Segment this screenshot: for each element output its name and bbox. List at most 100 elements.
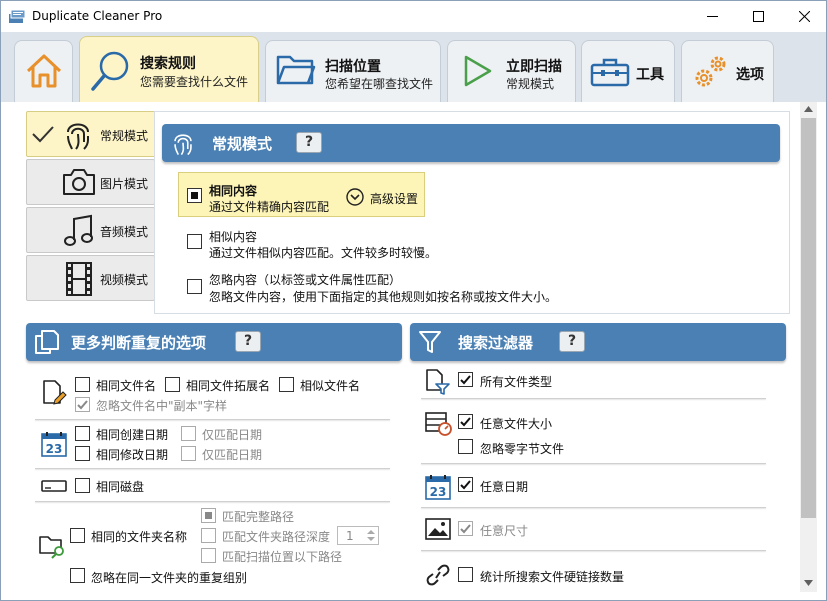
created-date-only-label: 仅匹配日期 [202,428,263,442]
tab-tools-label: 工具 [636,67,664,83]
checkmark-icon [32,126,54,143]
checkbox-same-extension[interactable] [165,377,180,392]
gears-icon [695,56,726,87]
advanced-settings-button[interactable]: 高级设置 [346,187,421,207]
main-tab-bar: 搜索规则 您需要查找什么文件 扫描位置 您希望在哪查找文件 立即扫描 常规模式 [1,32,826,103]
checkbox-modified-date-only[interactable] [181,446,196,461]
full-path-label: 匹配完整路径 [222,510,295,524]
tab-search-rules[interactable]: 搜索规则 您需要查找什么文件 [79,36,259,103]
tab-tools[interactable]: 工具 [581,40,675,103]
similar-filename-label: 相似文件名 [300,379,361,393]
mode-button-image[interactable]: 图片模式 [26,159,155,205]
checkbox-any-date[interactable] [458,477,473,492]
mode-image-label: 图片模式 [100,177,149,191]
checkbox-any-file-size[interactable] [458,414,473,429]
folder-search-icon [39,536,64,559]
mode-button-video[interactable]: 视频模式 [26,255,155,301]
checkbox-ignore-copy[interactable] [75,397,90,412]
divider [421,463,766,464]
same-created-label: 相同创建日期 [96,428,169,442]
filters-header: 搜索过滤器 ? [410,323,786,361]
title-bar: Duplicate Cleaner Pro [1,1,826,32]
radio-folder-depth[interactable] [201,528,216,543]
tab-scan-now[interactable]: 立即扫描 常规模式 [447,40,576,103]
image-icon [425,518,451,540]
folder-icon [276,55,316,85]
checkbox-any-dimension[interactable] [458,521,473,536]
mode-help-button[interactable]: ? [296,132,322,153]
more-options-title: 更多判断重复的选项 [71,334,207,352]
ignore-content-title: 忽略内容（以标签或文件属性匹配） [209,273,402,287]
mode-panel-title: 常规模式 [212,135,273,153]
checkbox-same-filename[interactable] [75,377,90,392]
play-icon [464,55,492,87]
checkbox-same-created-date[interactable] [75,426,90,441]
scroll-down-icon [804,580,813,586]
tab-scan-now-sub: 常规模式 [506,77,555,91]
mode-audio-label: 音频模式 [100,225,149,239]
ignore-content-desc: 忽略文件内容，使用下面指定的其他规则如按名称或按文件大小。 [209,290,558,304]
scrollbar-thumb[interactable] [801,118,816,518]
tab-scan-location-sub: 您希望在哪查找文件 [325,77,434,91]
camera-icon [63,169,95,195]
checkbox-count-hardlinks[interactable] [458,567,473,582]
maximize-button[interactable] [736,1,782,32]
count-hardlinks-label: 统计所搜索文件硬链接数量 [480,570,625,584]
folder-depth-label: 匹配文件夹路径深度 [222,530,331,544]
tab-scan-location[interactable]: 扫描位置 您希望在哪查找文件 [265,40,441,103]
size-icon [425,412,452,436]
mode-panel-header: 常规模式 ? [162,124,780,162]
any-dimension-label: 任意尺寸 [480,524,529,538]
radio-ignore-content[interactable] [187,279,202,294]
vertical-scrollbar[interactable] [800,102,817,592]
checkmark-icon [77,400,88,410]
ignore-zero-byte-label: 忽略零字节文件 [480,442,565,456]
window-title: Duplicate Cleaner Pro [32,9,163,23]
checkbox-ignore-zero-byte[interactable] [458,439,473,454]
calendar-icon: 23 [425,475,451,500]
mode-normal-label: 常规模式 [100,129,149,143]
divider [35,501,390,502]
svg-text:23: 23 [46,442,63,456]
checkbox-created-date-only[interactable] [181,426,196,441]
home-icon [26,54,62,88]
copy-icon [35,330,59,354]
chevron-down-icon [346,188,364,206]
checkbox-same-disk[interactable] [75,478,90,493]
tab-options[interactable]: 选项 [681,40,774,103]
checkbox-all-file-types[interactable] [458,372,473,387]
mode-button-audio[interactable]: 音频模式 [26,207,155,253]
radio-below-path[interactable] [201,548,216,563]
mode-video-label: 视频模式 [100,273,149,287]
checkbox-same-folder-name[interactable] [70,528,85,543]
toolbox-icon [590,58,630,87]
checkbox-ignore-same-folder[interactable] [70,568,85,583]
link-icon [426,564,450,586]
divider [35,419,390,420]
app-window: Duplicate Cleaner Pro 搜索规则 您需要查找什么文件 扫描位… [0,0,827,601]
funnel-icon [419,331,441,353]
folder-depth-stepper[interactable]: 1 [337,526,379,545]
tab-home[interactable] [14,40,73,103]
same-extension-label: 相同文件拓展名 [186,379,271,393]
radio-full-path[interactable] [201,508,216,523]
checkmark-icon [460,524,471,534]
minimize-button[interactable] [690,1,736,32]
close-icon [799,11,810,22]
filters-help-button[interactable]: ? [559,331,585,352]
maximize-icon [753,11,764,22]
same-modified-label: 相同修改日期 [96,448,169,462]
divider [421,550,766,551]
tab-scan-now-label: 立即扫描 [506,59,562,75]
checkbox-similar-filename[interactable] [279,377,294,392]
checkbox-same-modified-date[interactable] [75,446,90,461]
radio-similar-content[interactable] [187,234,202,249]
close-button[interactable] [782,1,827,32]
mode-button-normal[interactable]: 常规模式 [26,111,161,157]
more-options-help-button[interactable]: ? [235,331,261,352]
checkmark-icon [460,417,471,427]
folder-depth-value: 1 [346,529,354,543]
divider [421,398,766,399]
disk-icon [41,480,67,492]
radio-same-content[interactable] [187,188,202,203]
